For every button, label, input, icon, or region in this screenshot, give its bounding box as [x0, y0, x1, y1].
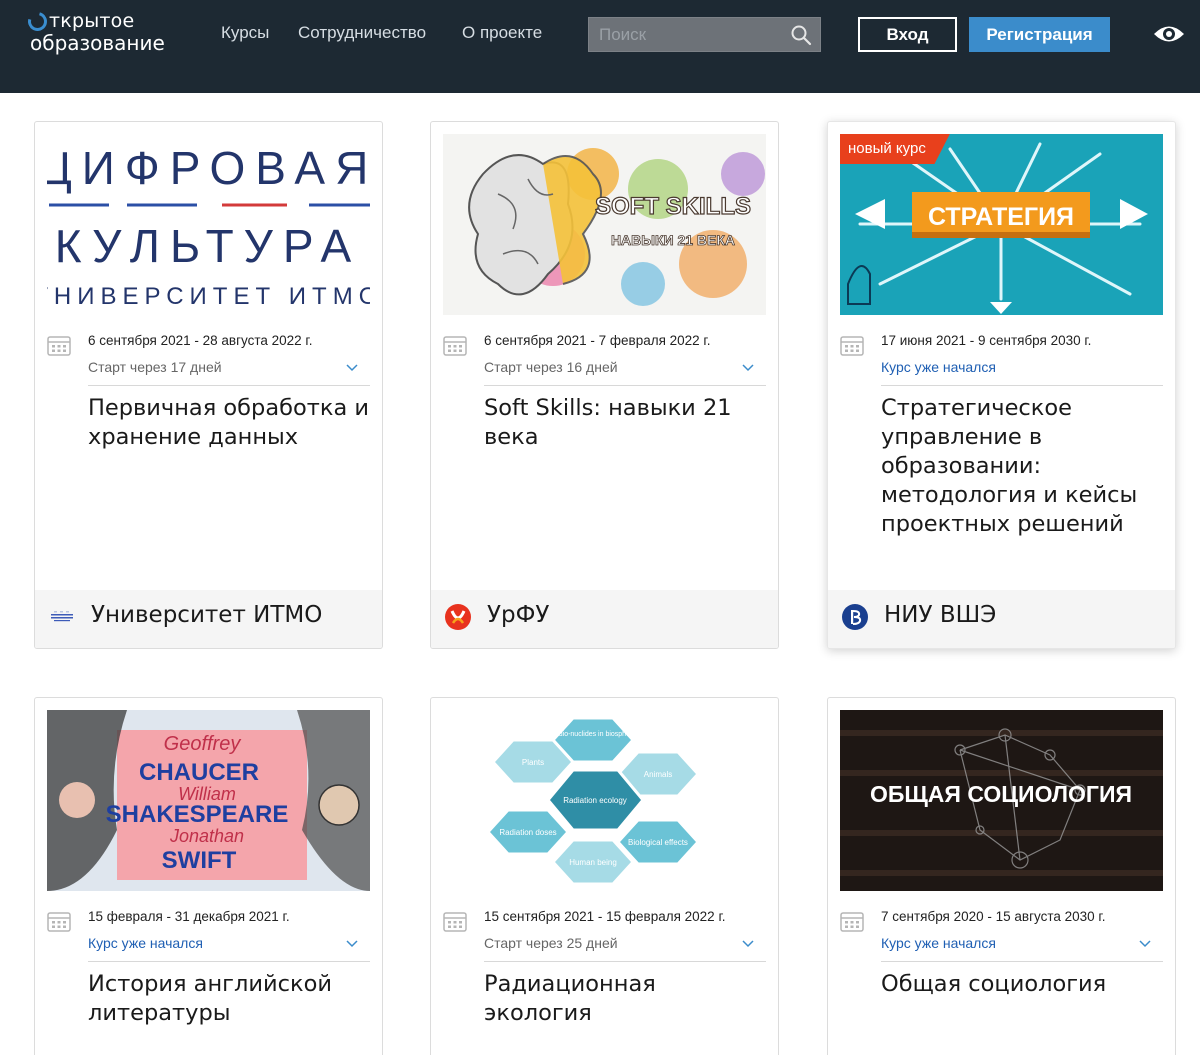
thumb-text: КУЛЬТУРА	[55, 220, 361, 272]
course-title[interactable]: Радиационная экология	[484, 970, 769, 1028]
calendar-icon	[840, 336, 864, 356]
course-thumbnail: Geoffrey CHAUCER William SHAKESPEARE Jon…	[47, 710, 370, 891]
course-dates: 15 сентября 2021 - 15 февраля 2022 г.	[484, 909, 726, 924]
top-header: ткрытое образование Курсы Сотрудничество…	[0, 0, 1200, 93]
thumb-text: ОБЩАЯ СОЦИОЛОГИЯ	[870, 781, 1132, 807]
itmo-logo-icon	[51, 611, 73, 622]
eye-icon[interactable]	[1152, 20, 1186, 48]
divider	[881, 961, 1163, 962]
divider	[484, 385, 766, 386]
course-title[interactable]: Стратегическое управление в образовании:…	[881, 394, 1166, 539]
search-box	[588, 17, 821, 52]
course-thumbnail: SOFT SKILLS НАВЫКИ 21 ВЕКА	[443, 134, 766, 315]
course-card[interactable]: Radio-nuclides in biosphere Plants Anima…	[430, 697, 779, 1055]
course-dates: 6 сентября 2021 - 7 февраля 2022 г.	[484, 333, 711, 348]
thumb-text: SHAKESPEARE	[106, 801, 289, 828]
calendar-icon	[47, 912, 71, 932]
course-status: Курс уже начался	[881, 935, 996, 951]
card-footer: Университет ИТМО	[35, 590, 382, 648]
thumb-text: SWIFT	[162, 847, 237, 874]
thumb-text: Biological effects	[628, 838, 688, 847]
course-card[interactable]: Geoffrey CHAUCER William SHAKESPEARE Jon…	[34, 697, 383, 1055]
chevron-down-icon[interactable]	[346, 940, 358, 948]
course-thumbnail: ОБЩАЯ СОЦИОЛОГИЯ	[840, 710, 1163, 891]
thumb-text: Geoffrey	[164, 733, 242, 755]
thumb-text: Jonathan	[169, 826, 244, 846]
divider	[881, 385, 1163, 386]
course-thumbnail: СТРАТЕГИЯ новый курс	[840, 134, 1163, 315]
course-title[interactable]: Первичная обработка и хранение данных	[88, 394, 373, 452]
course-dates: 17 июня 2021 - 9 сентября 2030 г.	[881, 333, 1092, 348]
logo-line2: образование	[30, 31, 165, 55]
thumb-text: СТРАТЕГИЯ	[928, 203, 1074, 231]
thumb-text: Radio-nuclides in biosphere	[550, 731, 636, 738]
thumb-text: Human being	[569, 858, 617, 867]
thumb-text: Radiation ecology	[563, 796, 627, 805]
calendar-icon	[443, 336, 467, 356]
course-status: Курс уже начался	[88, 935, 203, 951]
logo-line1: ткрытое	[49, 10, 135, 32]
urfu-logo-icon	[445, 604, 471, 630]
login-button[interactable]: Вход	[858, 17, 957, 52]
course-dates: 6 сентября 2021 - 28 августа 2022 г.	[88, 333, 313, 348]
course-status: Старт через 17 дней	[88, 359, 222, 375]
nav-courses[interactable]: Курсы	[221, 22, 269, 44]
course-thumbnail: Radio-nuclides in biosphere Plants Anima…	[443, 710, 766, 891]
course-thumbnail: ЦИФРОВАЯ КУЛЬТУРА УНИВЕРСИТЕТ ИТМО	[47, 134, 370, 315]
thumb-text: Radiation doses	[499, 828, 556, 837]
divider	[88, 961, 370, 962]
divider	[484, 961, 766, 962]
hse-logo-icon	[842, 604, 868, 630]
course-title[interactable]: История английской литературы	[88, 970, 373, 1028]
chevron-down-icon[interactable]	[1139, 940, 1151, 948]
thumb-text: НАВЫКИ 21 ВЕКА	[611, 232, 735, 248]
course-card[interactable]: ЦИФРОВАЯ КУЛЬТУРА УНИВЕРСИТЕТ ИТМО 6 сен…	[34, 121, 383, 649]
search-input[interactable]	[589, 18, 789, 51]
card-footer: УрФУ	[431, 590, 778, 648]
nav-about[interactable]: О проекте	[462, 22, 542, 44]
thumb-text: Animals	[644, 770, 672, 779]
chevron-down-icon[interactable]	[346, 364, 358, 372]
course-card[interactable]: СТРАТЕГИЯ новый курс 17 июня 2021 - 9 се…	[827, 121, 1176, 649]
course-dates: 15 февраля - 31 декабря 2021 г.	[88, 909, 290, 924]
site-logo[interactable]: ткрытое образование	[24, 8, 165, 55]
chevron-down-icon[interactable]	[742, 364, 754, 372]
course-card[interactable]: ОБЩАЯ СОЦИОЛОГИЯ 7 сентября 2020 - 15 ав…	[827, 697, 1176, 1055]
thumb-text: УНИВЕРСИТЕТ ИТМО	[47, 283, 370, 310]
chevron-down-icon[interactable]	[742, 940, 754, 948]
university-name[interactable]: НИУ ВШЭ	[884, 602, 996, 628]
divider	[88, 385, 370, 386]
course-card[interactable]: SOFT SKILLS НАВЫКИ 21 ВЕКА 6 сентября 20…	[430, 121, 779, 649]
course-title[interactable]: Soft Skills: навыки 21 века	[484, 394, 769, 452]
course-status: Старт через 25 дней	[484, 935, 618, 951]
search-icon[interactable]	[790, 24, 812, 46]
course-status: Старт через 16 дней	[484, 359, 618, 375]
register-button[interactable]: Регистрация	[969, 17, 1110, 52]
calendar-icon	[47, 336, 71, 356]
nav-cooperation[interactable]: Сотрудничество	[298, 22, 426, 44]
thumb-text: ЦИФРОВАЯ	[47, 142, 370, 194]
course-title[interactable]: Общая социология	[881, 970, 1166, 999]
course-status: Курс уже начался	[881, 359, 996, 375]
calendar-icon	[443, 912, 467, 932]
university-name[interactable]: УрФУ	[487, 602, 549, 628]
thumb-text: CHAUCER	[139, 759, 259, 786]
thumb-text: Plants	[522, 758, 544, 767]
card-footer: НИУ ВШЭ	[828, 590, 1175, 648]
thumb-text: SOFT SKILLS	[595, 193, 751, 220]
university-name[interactable]: Университет ИТМО	[91, 602, 322, 628]
calendar-icon	[840, 912, 864, 932]
new-course-badge: новый курс	[840, 134, 950, 164]
course-dates: 7 сентября 2020 - 15 августа 2030 г.	[881, 909, 1106, 924]
